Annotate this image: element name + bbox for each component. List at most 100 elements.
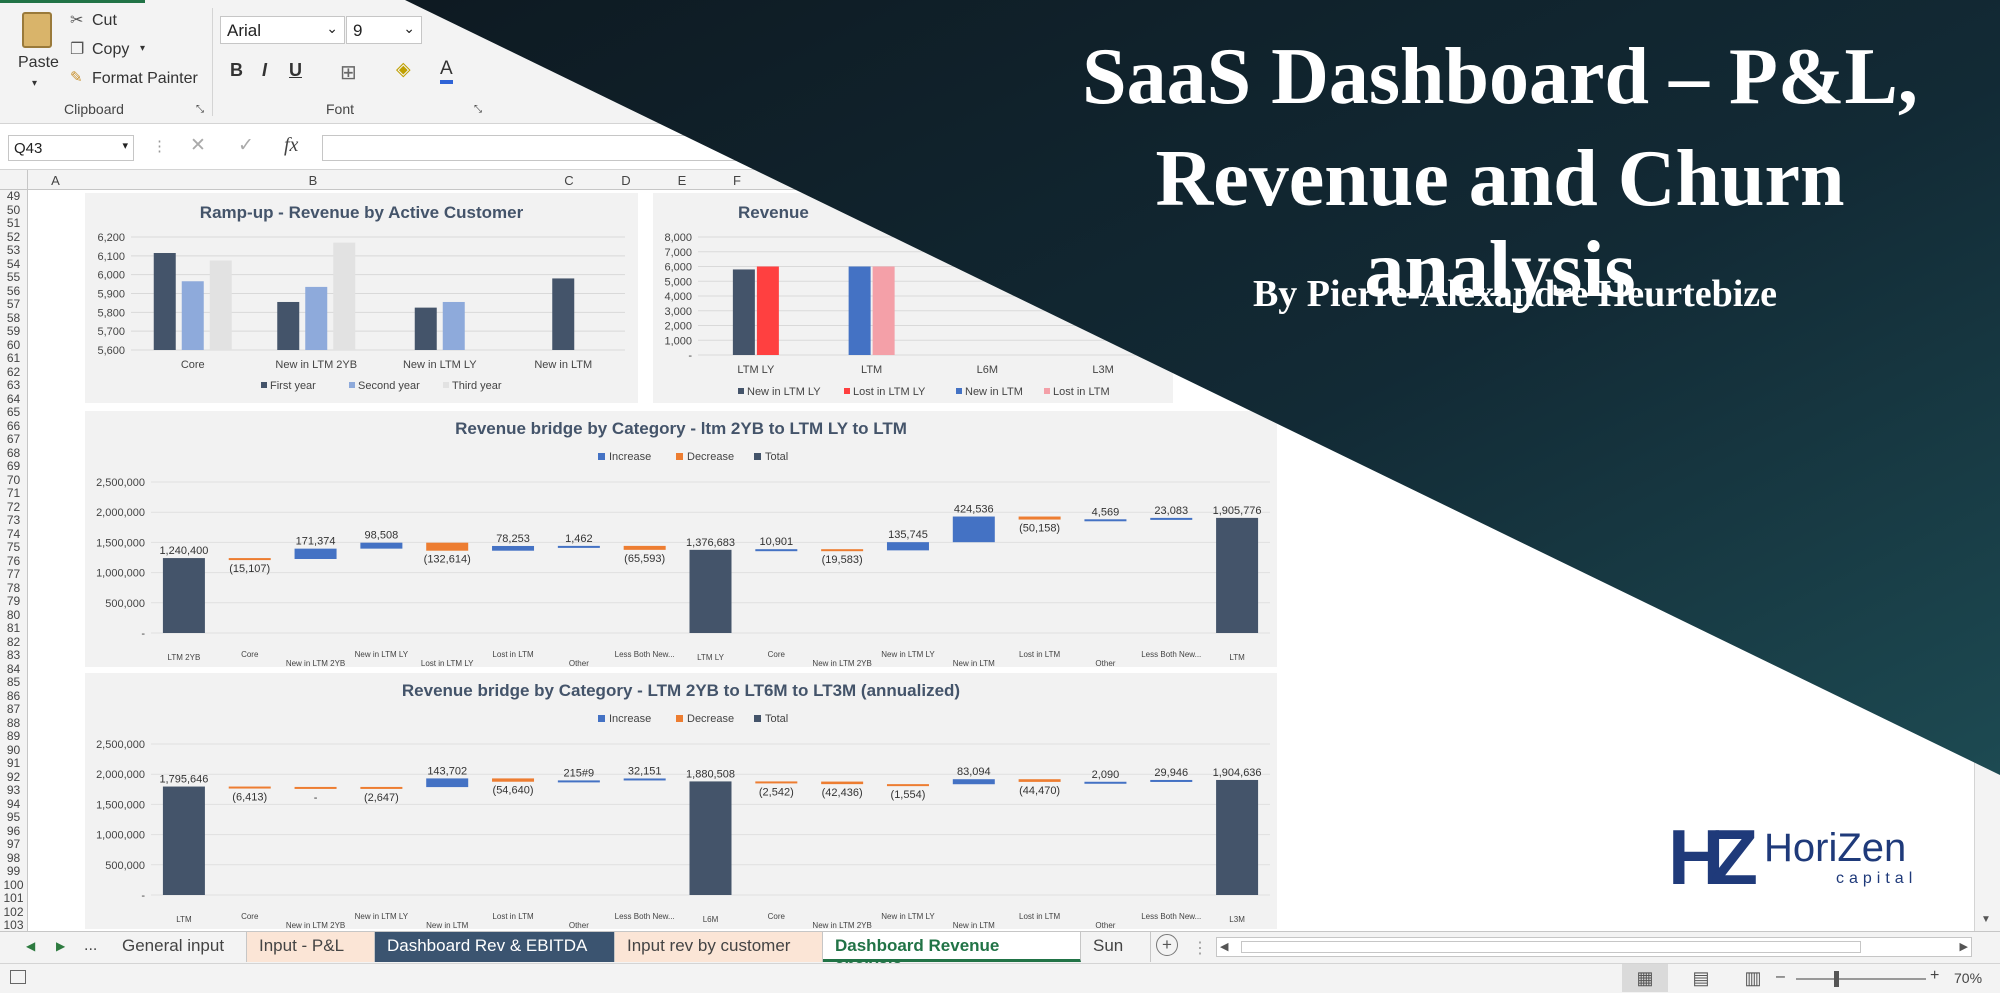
horizontal-scrollbar[interactable]: ◀ ▶ [1216,937,1972,957]
column-header[interactable]: B [83,173,543,188]
sheet-tab[interactable]: General input [110,932,247,962]
row-header[interactable]: 86 [0,690,27,702]
row-header[interactable]: 77 [0,568,27,580]
column-header[interactable]: F [707,173,767,188]
scroll-left-icon[interactable]: ◀ [1220,940,1228,953]
row-header[interactable]: 89 [0,730,27,742]
row-header[interactable]: 94 [0,798,27,810]
zoom-slider[interactable] [1796,971,1926,987]
column-header[interactable]: D [595,173,657,188]
format-painter-button[interactable]: ✎ Format Painter [70,68,210,90]
row-header[interactable]: 75 [0,541,27,553]
row-header[interactable]: 81 [0,622,27,634]
dialog-launcher-icon[interactable]: ⤡ [474,104,482,115]
borders-icon[interactable]: ⊞ [340,60,357,85]
row-header[interactable]: 103 [0,919,27,931]
page-layout-view-icon[interactable]: ▤ [1678,964,1724,992]
row-header[interactable]: 83 [0,649,27,661]
row-header[interactable]: 91 [0,757,27,769]
select-all-corner[interactable] [0,170,28,190]
scroll-down-icon[interactable]: ▼ [1981,914,1991,925]
chart-ramp-up-panel[interactable]: Ramp-up - Revenue by Active Customer 6,2… [85,193,638,403]
row-header[interactable]: 84 [0,663,27,675]
row-header[interactable]: 61 [0,352,27,364]
zoom-slider-thumb[interactable] [1834,971,1839,987]
row-header[interactable]: 95 [0,811,27,823]
prev-sheet-button[interactable]: ◀ [26,939,35,953]
row-header[interactable]: 102 [0,906,27,918]
row-header[interactable]: 78 [0,582,27,594]
row-header[interactable]: 54 [0,258,27,270]
row-header[interactable]: 82 [0,636,27,648]
name-box[interactable]: Q43 ▾ [8,135,134,161]
row-header[interactable]: 66 [0,420,27,432]
row-header[interactable]: 49 [0,190,27,202]
zoom-in-button[interactable]: + [1930,967,1939,985]
row-header[interactable]: 76 [0,555,27,567]
row-header[interactable]: 50 [0,204,27,216]
sheet-tab[interactable]: Sun ... [1081,932,1151,975]
scroll-right-icon[interactable]: ▶ [1960,940,1968,953]
row-header[interactable]: 68 [0,447,27,459]
row-header[interactable]: 55 [0,271,27,283]
column-header[interactable]: A [28,173,83,188]
row-header[interactable]: 70 [0,474,27,486]
row-header[interactable]: 62 [0,366,27,378]
chart-bridge-annualized-panel[interactable]: Revenue bridge by Category - LTM 2YB to … [85,673,1277,929]
font-name-select[interactable]: Arial ⌄ [220,16,345,44]
underline-button[interactable]: U [289,60,302,81]
copy-button[interactable]: ❐ Copy ▾ [70,39,170,61]
enter-icon[interactable]: ✓ [238,134,254,157]
row-header[interactable]: 52 [0,231,27,243]
row-header[interactable]: 97 [0,838,27,850]
zoom-out-button[interactable]: – [1776,968,1785,986]
sheet-tab[interactable]: Dashboard Revenue analysis [823,932,1081,975]
row-header[interactable]: 71 [0,487,27,499]
sheet-tab[interactable]: Input - P&L [247,932,375,962]
row-header[interactable]: 67 [0,433,27,445]
row-header[interactable]: 64 [0,393,27,405]
row-header[interactable]: 53 [0,244,27,256]
normal-view-icon[interactable]: ▦ [1622,964,1668,992]
more-sheets-button[interactable]: ... [84,937,97,955]
row-header[interactable]: 99 [0,865,27,877]
row-header[interactable]: 63 [0,379,27,391]
row-header[interactable]: 59 [0,325,27,337]
scroll-thumb[interactable] [1241,941,1861,953]
row-header[interactable]: 100 [0,879,27,891]
insert-function-button[interactable]: fx [284,134,298,157]
dialog-launcher-icon[interactable]: ⤡ [196,104,204,115]
font-color-icon[interactable]: A [440,58,453,84]
row-header[interactable]: 87 [0,703,27,715]
row-header[interactable]: 98 [0,852,27,864]
row-header[interactable]: 92 [0,771,27,783]
fill-color-icon[interactable]: ◈ [396,58,411,81]
row-header[interactable]: 65 [0,406,27,418]
row-header[interactable]: 93 [0,784,27,796]
italic-button[interactable]: I [262,60,267,81]
font-size-select[interactable]: 9 ⌄ [346,16,422,44]
row-header[interactable]: 79 [0,595,27,607]
row-header[interactable]: 58 [0,312,27,324]
row-header[interactable]: 69 [0,460,27,472]
zoom-level[interactable]: 70% [1954,970,1982,986]
row-header[interactable]: 85 [0,676,27,688]
row-header[interactable]: 51 [0,217,27,229]
column-header[interactable]: E [657,173,707,188]
row-header[interactable]: 74 [0,528,27,540]
row-header[interactable]: 80 [0,609,27,621]
sheet-tab[interactable]: Input rev by customer [615,932,823,962]
row-header[interactable]: 90 [0,744,27,756]
page-break-view-icon[interactable]: ▥ [1730,964,1776,992]
row-header[interactable]: 73 [0,514,27,526]
paste-button[interactable]: Paste ▾ [14,10,60,92]
row-header[interactable]: 60 [0,339,27,351]
sheet-tab[interactable]: Dashboard Rev & EBITDA [375,932,615,962]
row-header[interactable]: 96 [0,825,27,837]
row-header[interactable]: 57 [0,298,27,310]
cut-button[interactable]: ✂ Cut [70,10,160,32]
chart-bridge-ltm-panel[interactable]: Revenue bridge by Category - ltm 2YB to … [85,411,1277,667]
row-header[interactable]: 56 [0,285,27,297]
row-header[interactable]: 101 [0,892,27,904]
add-sheet-icon[interactable]: + [1156,934,1178,956]
